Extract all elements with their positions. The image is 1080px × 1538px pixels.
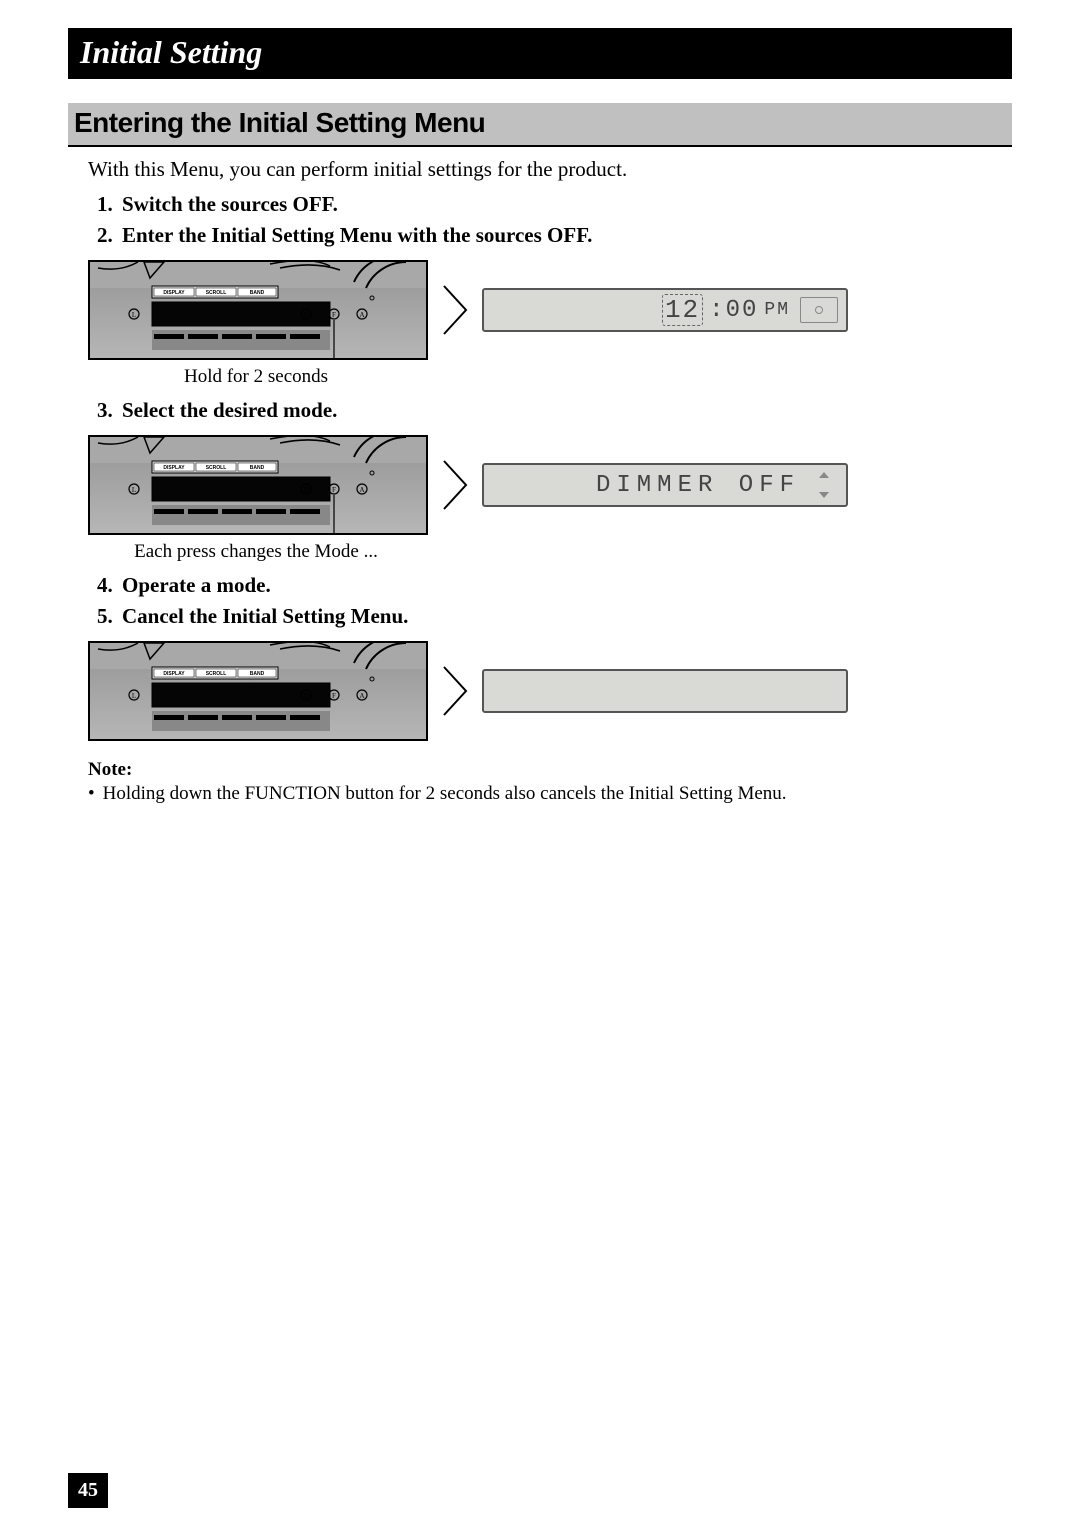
svg-text:A: A (359, 311, 364, 319)
bullet-icon: • (88, 783, 95, 805)
device-illustration-3: DISPLAY SCROLL BAND L D F A (88, 641, 428, 741)
figure-row-2: DISPLAY SCROLL BAND L D F A DIMMER OFF (88, 435, 1012, 535)
btn-display: DISPLAY (163, 290, 185, 296)
svg-text:L: L (132, 692, 136, 700)
dimmer-text: DIMMER OFF (596, 472, 800, 499)
svg-text:SCROLL: SCROLL (206, 671, 227, 677)
svg-text:SCROLL: SCROLL (206, 465, 227, 471)
svg-text:D: D (303, 692, 308, 700)
figure-row-1: DISPLAY SCROLL BAND L D F A (88, 260, 1012, 360)
page-root: Initial Setting Entering the Initial Set… (0, 0, 1080, 1538)
lcd-display-blank (482, 669, 848, 713)
svg-text:D: D (303, 486, 308, 494)
page-number: 45 (68, 1473, 108, 1508)
device-illustration-2: DISPLAY SCROLL BAND L D F A (88, 435, 428, 535)
intro-text: With this Menu, you can perform initial … (88, 157, 1012, 182)
svg-text:DISPLAY: DISPLAY (163, 465, 185, 471)
step-1: Switch the sources OFF. (118, 192, 1012, 217)
arrow-icon (442, 665, 468, 717)
step-3: Select the desired mode. (118, 398, 1012, 423)
step-4: Operate a mode. (118, 573, 1012, 598)
svg-text:L: L (132, 486, 136, 494)
svg-text:F: F (332, 311, 336, 319)
svg-text:D: D (303, 311, 308, 319)
lcd-display-dimmer: DIMMER OFF (482, 463, 848, 507)
steps-list-3: Operate a mode. Cancel the Initial Setti… (88, 573, 1012, 629)
step-5: Cancel the Initial Setting Menu. (118, 604, 1012, 629)
figure-row-3: DISPLAY SCROLL BAND L D F A (88, 641, 1012, 741)
steps-list: Switch the sources OFF. Enter the Initia… (88, 192, 1012, 248)
clock-hour: 12 (662, 294, 703, 326)
svg-text:A: A (359, 486, 364, 494)
chapter-title-bar: Initial Setting (68, 28, 1012, 79)
arrow-icon (442, 284, 468, 336)
svg-text:DISPLAY: DISPLAY (163, 671, 185, 677)
svg-text:BAND: BAND (250, 465, 265, 471)
caption-1: Hold for 2 seconds (86, 366, 426, 388)
updown-icon (810, 472, 838, 498)
arrow-icon (442, 459, 468, 511)
lcd-display-clock: 12 :00 PM (482, 288, 848, 332)
clock-minutes: :00 (709, 297, 758, 324)
chapter-title: Initial Setting (80, 34, 262, 70)
clock-ampm: PM (764, 300, 790, 320)
dpad-icon (800, 297, 838, 323)
svg-text:BAND: BAND (250, 671, 265, 677)
note-text: Holding down the FUNCTION button for 2 s… (103, 783, 787, 805)
caption-2: Each press changes the Mode ... (86, 541, 426, 563)
section-heading: Entering the Initial Setting Menu (68, 103, 1012, 147)
device-illustration-1: DISPLAY SCROLL BAND L D F A (88, 260, 428, 360)
btn-band: BAND (250, 290, 265, 296)
steps-list-2: Select the desired mode. (88, 398, 1012, 423)
svg-text:F: F (332, 692, 336, 700)
svg-text:L: L (132, 311, 136, 319)
section-heading-text: Entering the Initial Setting Menu (74, 107, 485, 138)
btn-scroll: SCROLL (206, 290, 227, 296)
note-heading: Note: (88, 759, 1012, 781)
svg-text:A: A (359, 692, 364, 700)
svg-text:F: F (332, 486, 336, 494)
step-2: Enter the Initial Setting Menu with the … (118, 223, 1012, 248)
note-item: • Holding down the FUNCTION button for 2… (88, 783, 1012, 805)
